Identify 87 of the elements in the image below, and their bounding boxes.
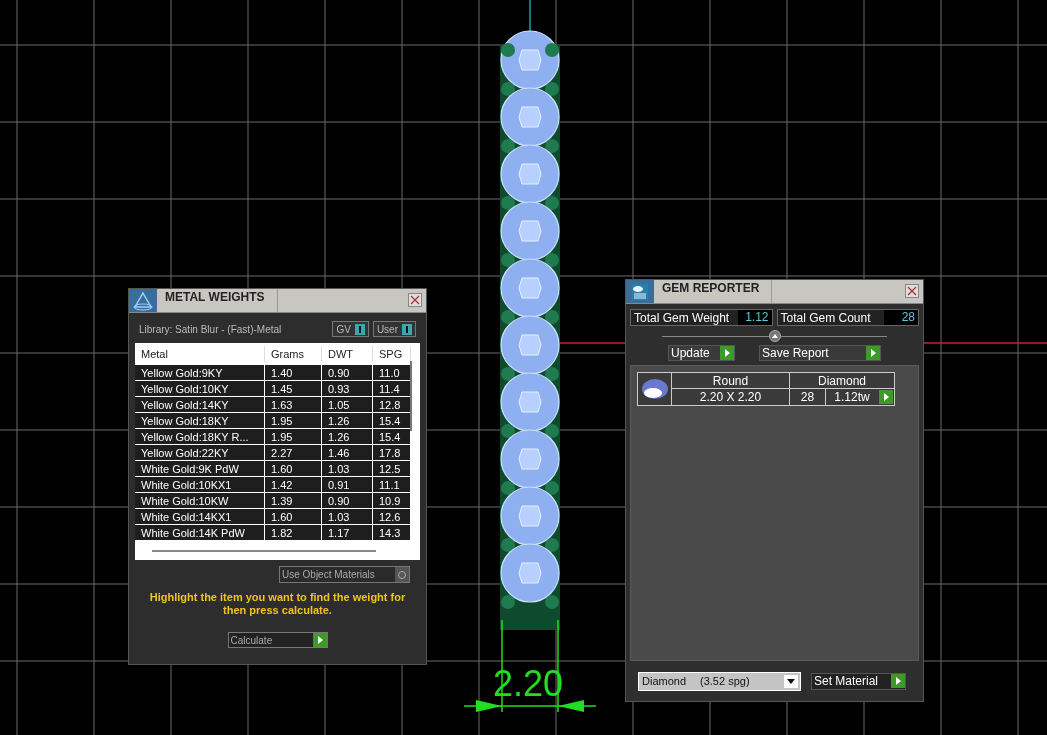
table-cell: 1.46: [322, 445, 373, 460]
table-cell: 1.03: [322, 509, 373, 524]
table-cell: 10.9: [373, 493, 411, 508]
dropdown-arrow-icon: [787, 678, 795, 684]
table-cell: 0.90: [322, 493, 373, 508]
calculate-button[interactable]: Calculate: [227, 632, 328, 648]
table-cell: 15.4: [373, 413, 411, 428]
close-icon: [410, 295, 420, 305]
table-cell: 1.42: [265, 477, 322, 492]
library-label: Library: Satin Blur - (Fast)-Metal: [139, 322, 283, 337]
toggle-button[interactable]: User: [372, 321, 416, 337]
total-value: 1.12: [737, 310, 772, 325]
table-cell: 0.90: [322, 365, 373, 380]
table-cell: Yellow Gold:18KY R...: [135, 429, 265, 444]
total-label: Total Gem Count: [779, 309, 872, 327]
table-cell: 12.8: [373, 397, 411, 412]
report-icon: [630, 281, 650, 302]
action-button[interactable]: Update: [668, 345, 735, 361]
table-cell: 1.63: [265, 397, 322, 412]
table-cell: White Gold:9K PdW: [135, 461, 265, 476]
play-icon: [719, 346, 734, 360]
caret-icon: [771, 334, 778, 338]
table-cell: 1.95: [265, 429, 322, 444]
table-cell: 1.60: [265, 461, 322, 476]
gem-detail-button[interactable]: [878, 389, 894, 405]
toggle-button[interactable]: GV: [332, 321, 369, 337]
material-spg: (3.52 spg): [700, 673, 750, 689]
table-cell: 12.6: [373, 509, 411, 524]
table-cell: 11.0: [373, 365, 411, 380]
close-button[interactable]: [905, 284, 919, 298]
table-cell: Yellow Gold:10KY: [135, 381, 265, 396]
gem-size: 2.20 X 2.20: [672, 389, 790, 405]
material-dropdown[interactable]: Diamond (3.52 spg): [638, 671, 801, 691]
gem-material: Diamond: [817, 373, 867, 388]
table-cell: 11.1: [373, 477, 411, 492]
table-cell: White Gold:10KW: [135, 493, 265, 508]
use-object-materials-toggle[interactable]: Use Object Materials: [279, 566, 410, 583]
play-icon: [312, 633, 327, 647]
table-cell: 2.27: [265, 445, 322, 460]
total-label: Total Gem Weight: [633, 309, 731, 327]
table-cell: 1.82: [265, 525, 322, 540]
column-header: Metal: [135, 345, 265, 363]
table-cell: 17.8: [373, 445, 411, 460]
table-cell: 1.95: [265, 413, 322, 428]
collapse-handle[interactable]: [768, 330, 781, 342]
material-name: Diamond: [642, 673, 687, 689]
action-button[interactable]: Save Report: [758, 345, 881, 361]
table-cell: White Gold:14K PdW: [135, 525, 265, 540]
window-title: GEM REPORTER: [661, 280, 761, 297]
table-cell: 12.5: [373, 461, 411, 476]
table-cell: 11.4: [373, 381, 411, 396]
close-icon: [907, 286, 917, 296]
table-cell: 15.4: [373, 429, 411, 444]
gem-count: 28: [790, 389, 826, 405]
column-header: Grams: [265, 345, 322, 363]
table-cell: 1.26: [322, 429, 373, 444]
close-button[interactable]: [408, 293, 422, 307]
play-icon: [879, 390, 893, 404]
play-icon: [891, 674, 905, 688]
table-cell: 0.91: [322, 477, 373, 492]
table-cell: 1.26: [322, 413, 373, 428]
table-cell: 14.3: [373, 525, 411, 540]
table-cell: 1.05: [322, 397, 373, 412]
column-header: DWT: [322, 345, 373, 363]
gem-weight: 1.12tw: [833, 389, 871, 405]
cone-icon: [132, 290, 154, 311]
table-cell: 1.45: [265, 381, 322, 396]
table-cell: Yellow Gold:22KY: [135, 445, 265, 460]
vertical-scrollbar[interactable]: [410, 361, 412, 431]
table-cell: 1.17: [322, 525, 373, 540]
table-cell: Yellow Gold:9KY: [135, 365, 265, 380]
table-cell: 1.40: [265, 365, 322, 380]
total-value: 28: [884, 310, 918, 325]
table-cell: 0.93: [322, 381, 373, 396]
table-cell: White Gold:10KX1: [135, 477, 265, 492]
table-cell: Yellow Gold:14KY: [135, 397, 265, 412]
table-cell: 1.60: [265, 509, 322, 524]
play-icon: [866, 346, 880, 360]
table-cell: 1.39: [265, 493, 322, 508]
hint-text: Highlight the item you want to find the weight for then press calculate.: [148, 591, 407, 617]
window-title: METAL WEIGHTS: [164, 289, 266, 306]
gem-icon: [640, 378, 669, 400]
table-cell: 1.03: [322, 461, 373, 476]
horizontal-scrollbar[interactable]: [152, 550, 376, 552]
table-cell: White Gold:14KX1: [135, 509, 265, 524]
set-material-button[interactable]: Set Material: [811, 672, 906, 690]
table-cell: Yellow Gold:18KY: [135, 413, 265, 428]
